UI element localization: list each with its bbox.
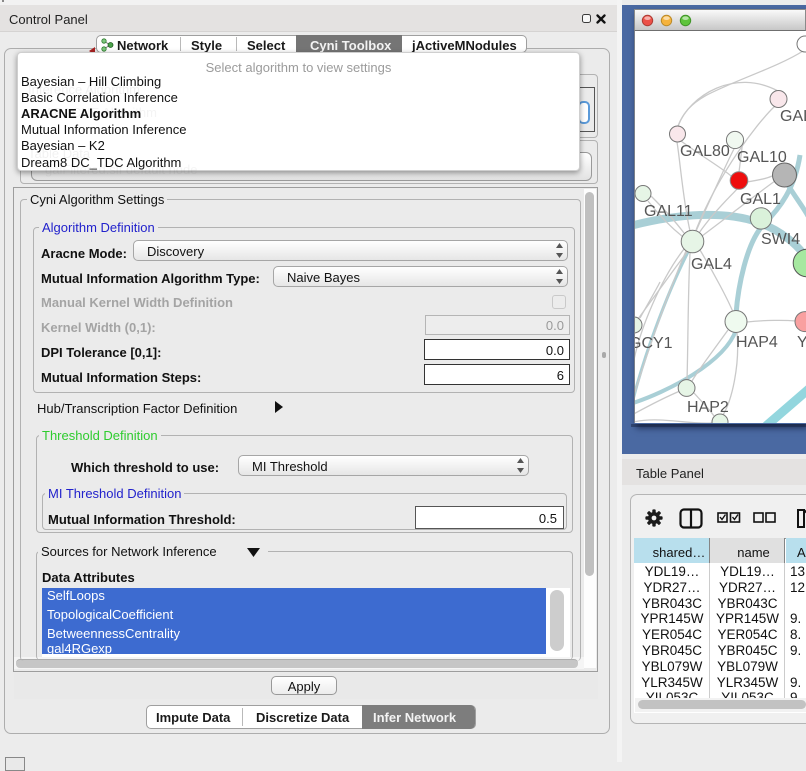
svg-text:GAL1: GAL1 [740,191,781,208]
svg-text:GAL4: GAL4 [691,256,732,273]
svg-text:SWI4: SWI4 [761,231,800,248]
svg-text:GAL11: GAL11 [644,203,693,220]
svg-text:GCY1: GCY1 [634,335,673,352]
svg-text:HAP4: HAP4 [736,334,778,351]
svg-text:GAL80: GAL80 [680,143,730,160]
svg-text:GAL10: GAL10 [737,149,787,166]
svg-text:GAL: GAL [780,108,806,125]
svg-text:HAP2: HAP2 [687,399,729,416]
svg-text:Y: Y [797,334,806,351]
